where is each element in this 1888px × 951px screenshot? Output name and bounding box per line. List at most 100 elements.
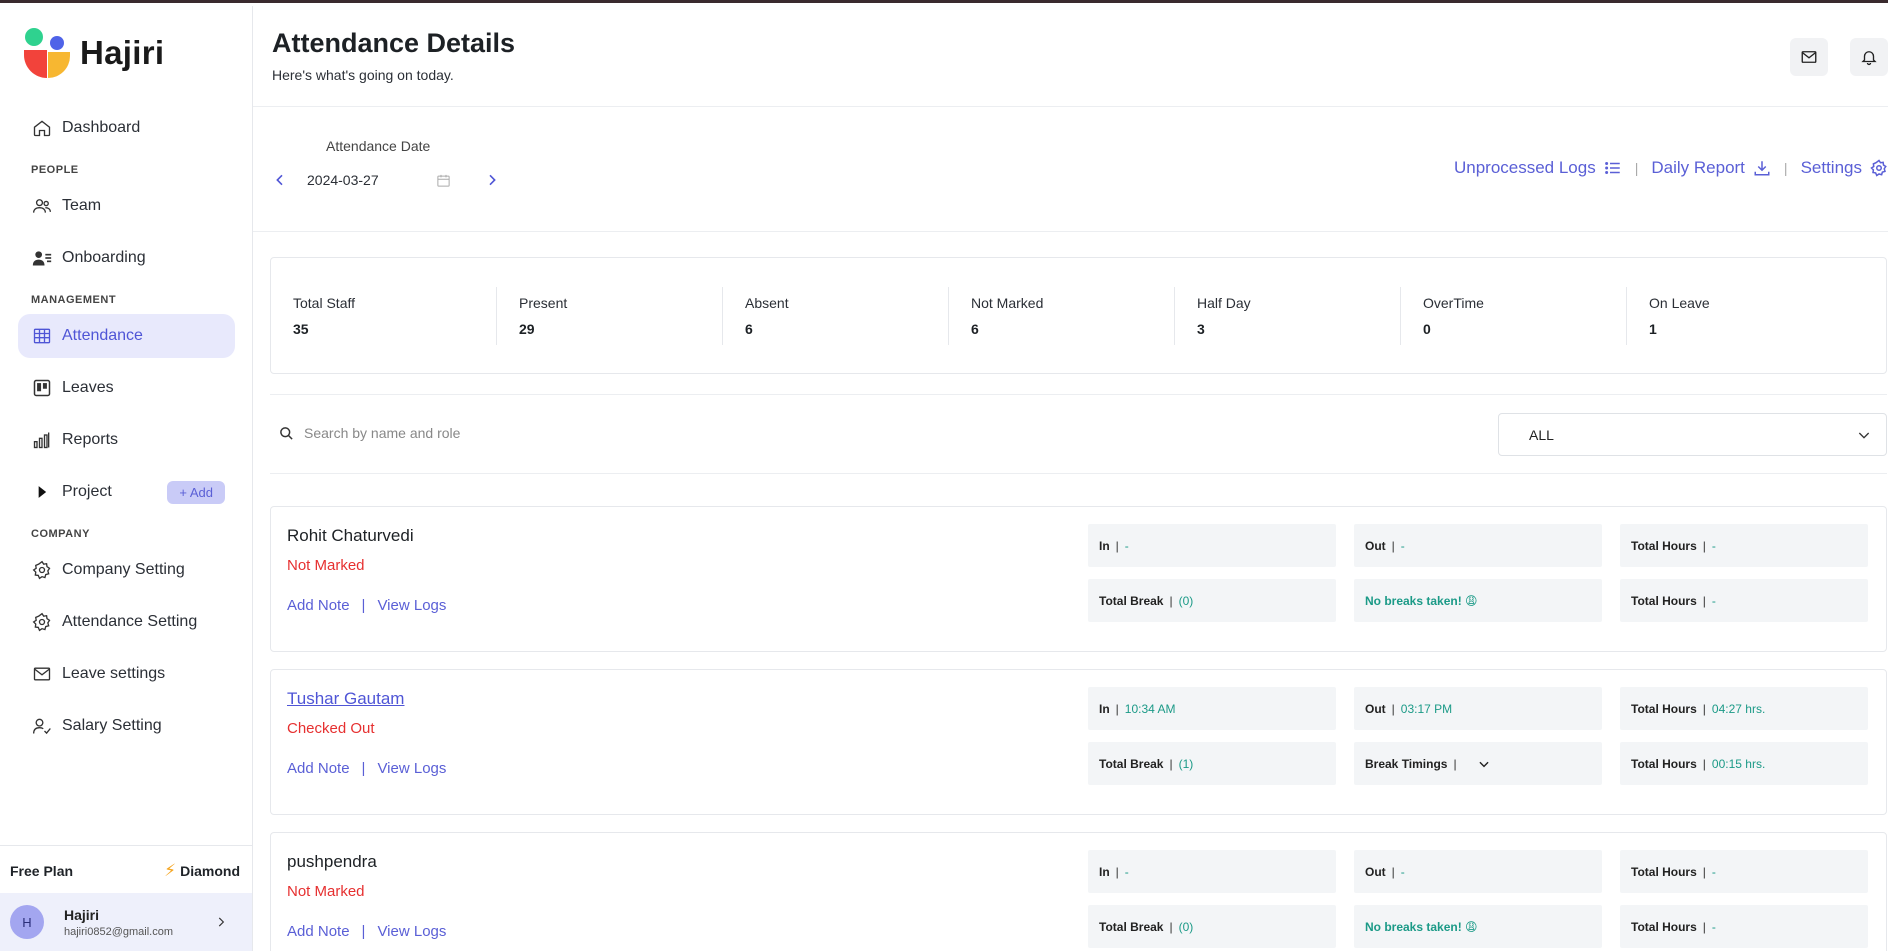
unprocessed-logs-link[interactable]: Unprocessed Logs (1454, 158, 1622, 178)
separator: | (1453, 756, 1457, 771)
stat-label: Not Marked (971, 294, 1044, 311)
stat-value: 6 (745, 320, 753, 337)
employee-status: Checked Out (287, 720, 375, 737)
status-filter-select[interactable]: ALL (1498, 413, 1887, 456)
add-note-link[interactable]: Add Note (287, 597, 350, 614)
download-icon (1754, 161, 1770, 176)
employee-card: pushpendra Not Marked Add Note | View Lo… (270, 832, 1887, 951)
separator: | (1702, 756, 1706, 771)
cell-value: 10:34 AM (1124, 701, 1176, 716)
stat-present[interactable]: Present 29 (497, 286, 723, 345)
date-input[interactable]: 2024-03-27 (307, 172, 379, 188)
cell-label: Out (1365, 864, 1386, 879)
sidebar-item-attendance-setting[interactable]: Attendance Setting (18, 600, 235, 644)
search-input[interactable] (304, 421, 804, 445)
employee-name[interactable]: Rohit Chaturvedi (287, 526, 414, 546)
sidebar-item-company-setting[interactable]: Company Setting (18, 548, 235, 592)
check-in-cell: In | 10:34 AM (1088, 687, 1336, 730)
stat-overtime[interactable]: OverTime 0 (1401, 286, 1627, 345)
check-out-cell: Out | 03:17 PM (1354, 687, 1602, 730)
add-project-button[interactable]: + Add (167, 480, 225, 504)
caret-right-icon (38, 486, 47, 498)
user-profile[interactable]: H Hajiri hajiri0852@gmail.com (0, 893, 252, 951)
calendar-icon[interactable] (436, 173, 451, 188)
chevron-right-icon[interactable] (484, 172, 500, 188)
daily-report-link[interactable]: Daily Report (1651, 158, 1771, 178)
no-breaks-text: No breaks taken! 😩 (1365, 919, 1478, 934)
avatar: H (10, 905, 44, 939)
view-logs-link[interactable]: View Logs (377, 597, 446, 614)
break-info-cell: No breaks taken! 😩 (1354, 579, 1602, 622)
sidebar-item-team[interactable]: Team (18, 184, 235, 228)
sidebar-item-label: Project (62, 483, 112, 500)
cell-value: (0) (1178, 593, 1194, 608)
employee-actions: Add Note | View Logs (287, 923, 446, 940)
upgrade-diamond[interactable]: ⚡ Diamond (164, 861, 240, 881)
gear-icon (32, 560, 51, 580)
user-name: Hajiri (64, 906, 100, 923)
stat-on-leave[interactable]: On Leave 1 (1627, 287, 1853, 345)
cell-label: Break Timings (1365, 756, 1448, 771)
sidebar-item-attendance[interactable]: Attendance (18, 314, 235, 358)
messages-button[interactable] (1790, 38, 1828, 76)
cell-label: Total Hours (1631, 538, 1697, 553)
date-bar: Attendance Date 2024-03-27 Unprocessed L… (253, 107, 1888, 232)
sidebar-item-label: Attendance (62, 327, 143, 344)
employee-actions: Add Note | View Logs (287, 597, 446, 614)
sidebar: Hajiri Dashboard PEOPLE Team Onboarding … (0, 6, 253, 951)
stat-absent[interactable]: Absent 6 (723, 286, 949, 345)
stat-half-day[interactable]: Half Day 3 (1175, 286, 1401, 345)
sidebar-item-label: Onboarding (62, 249, 146, 266)
sidebar-item-leaves[interactable]: Leaves (18, 366, 235, 410)
view-logs-link[interactable]: View Logs (377, 760, 446, 777)
logo[interactable]: Hajiri (24, 28, 164, 78)
employee-actions: Add Note | View Logs (287, 760, 446, 777)
employee-name[interactable]: pushpendra (287, 852, 377, 872)
separator: | (1702, 864, 1706, 879)
sidebar-item-label: Reports (62, 431, 119, 448)
section-people: PEOPLE (31, 164, 79, 176)
sidebar-nav: Dashboard PEOPLE Team Onboarding MANAGEM… (18, 106, 235, 756)
add-note-link[interactable]: Add Note (287, 923, 350, 940)
employee-status: Not Marked (287, 557, 365, 574)
cell-label: Total Break (1099, 756, 1164, 771)
check-in-cell: In | - (1088, 524, 1336, 567)
cell-value: - (1711, 864, 1716, 879)
stat-label: Total Staff (293, 294, 356, 311)
stat-not-marked[interactable]: Not Marked 6 (949, 286, 1175, 345)
cell-value: - (1400, 864, 1405, 879)
sidebar-item-leave-settings[interactable]: Leave settings (18, 652, 235, 696)
employee-name-link[interactable]: Tushar Gautam (287, 689, 404, 709)
cell-value: - (1711, 538, 1716, 553)
chevron-left-icon[interactable] (272, 172, 288, 188)
daily-report-label: Daily Report (1651, 158, 1745, 177)
notifications-button[interactable] (1850, 38, 1888, 76)
view-logs-link[interactable]: View Logs (377, 923, 446, 940)
separator: | (1634, 160, 1639, 176)
sidebar-item-project[interactable]: Project + Add (18, 470, 235, 514)
break-timings-dropdown[interactable]: Break Timings | (1354, 742, 1602, 785)
stat-value: 35 (293, 320, 309, 337)
cell-label: Total Hours (1631, 701, 1697, 716)
break-info-cell: No breaks taken! 😩 (1354, 905, 1602, 948)
stat-value: 3 (1197, 320, 1205, 337)
plan-name: Free Plan (10, 862, 74, 879)
stat-value: 0 (1423, 320, 1431, 337)
total-hours-cell: Total Hours | - (1620, 524, 1868, 567)
mail-icon (33, 667, 51, 681)
sidebar-item-onboarding[interactable]: Onboarding (18, 236, 235, 280)
sidebar-item-reports[interactable]: Reports (18, 418, 235, 462)
stat-label: Half Day (1197, 294, 1251, 311)
stat-total-staff[interactable]: Total Staff 35 (271, 286, 497, 345)
settings-link[interactable]: Settings (1801, 158, 1888, 178)
cell-value: - (1400, 538, 1405, 553)
sidebar-item-label: Dashboard (62, 119, 141, 136)
search-icon (280, 427, 293, 440)
gear-icon (1870, 159, 1887, 177)
filter-bar: ALL (270, 394, 1887, 474)
add-note-link[interactable]: Add Note (287, 760, 350, 777)
sidebar-item-salary-setting[interactable]: Salary Setting (18, 704, 235, 748)
sidebar-item-dashboard[interactable]: Dashboard (18, 106, 235, 150)
separator: | (1115, 538, 1119, 553)
stat-value: 1 (1649, 320, 1657, 337)
